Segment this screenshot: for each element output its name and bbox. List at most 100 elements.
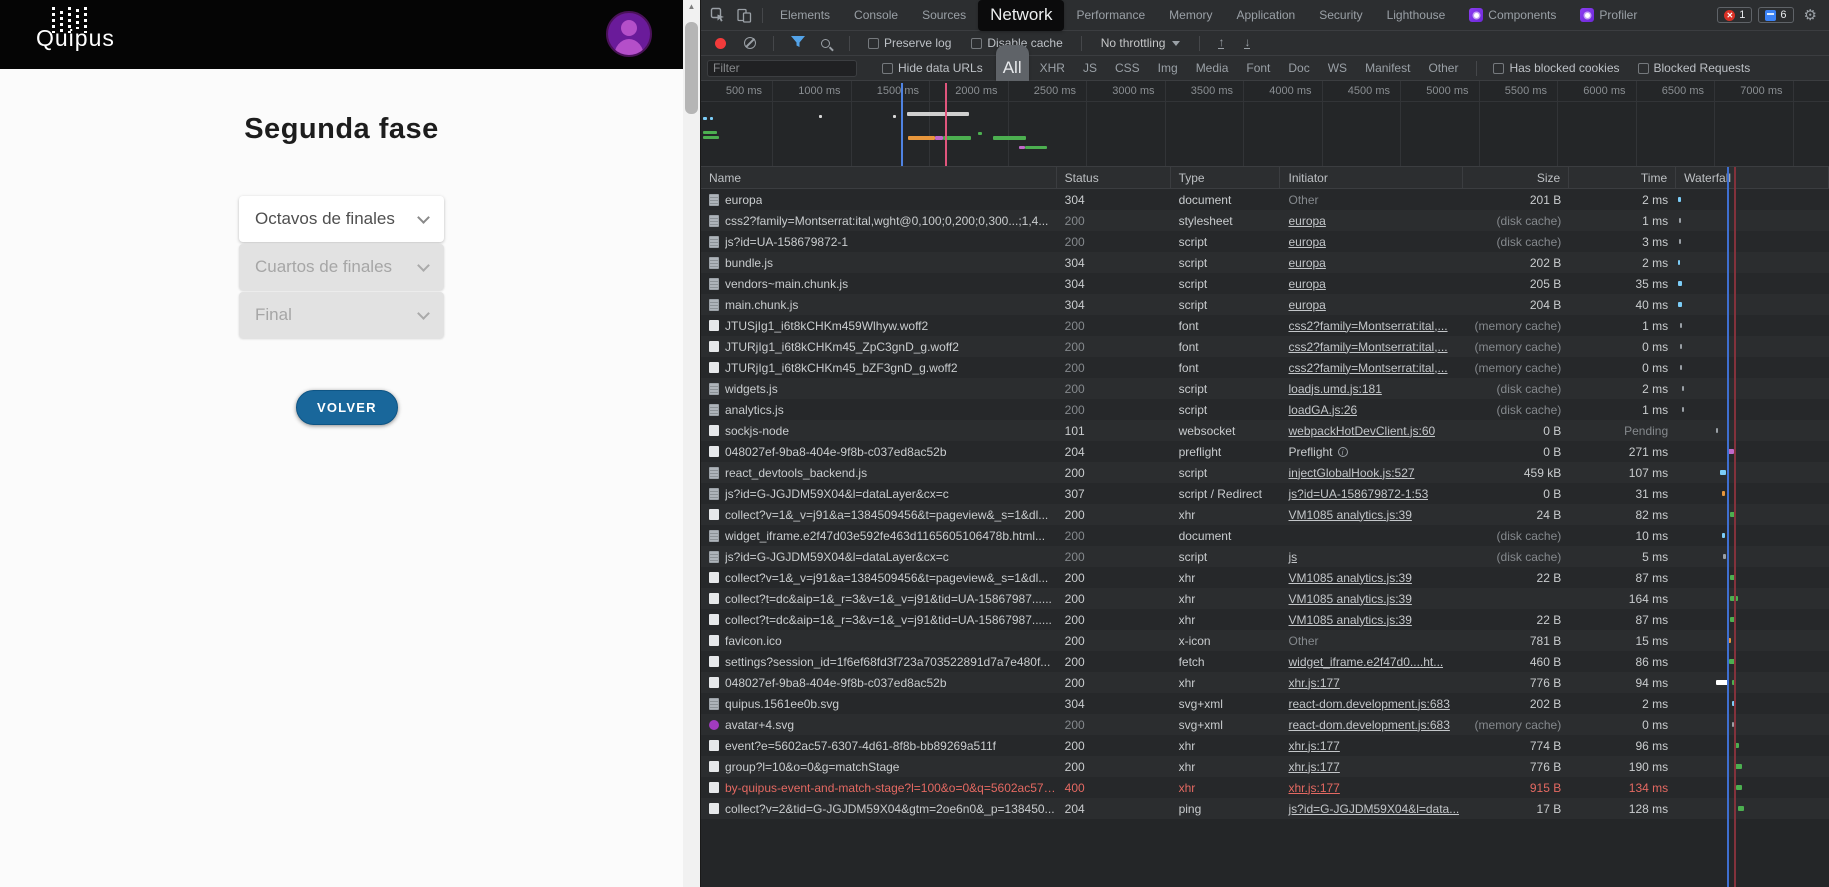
- filter-pill-media[interactable]: Media: [1189, 60, 1236, 76]
- tab-sources[interactable]: Sources: [910, 0, 978, 31]
- table-row[interactable]: collect?t=dc&aip=1&_r=3&v=1&_v=j91&tid=U…: [701, 588, 1829, 609]
- table-row[interactable]: collect?v=1&_v=j91&a=1384509456&t=pagevi…: [701, 504, 1829, 525]
- table-row[interactable]: settings?session_id=1f6ef68fd3f723a70352…: [701, 651, 1829, 672]
- select-cuartos[interactable]: Cuartos de finales: [239, 244, 444, 290]
- table-row[interactable]: 048027ef-9ba8-404e-9f8b-c037ed8ac52b204p…: [701, 441, 1829, 462]
- inspect-element-icon[interactable]: [705, 2, 731, 28]
- filter-pill-manifest[interactable]: Manifest: [1358, 60, 1417, 76]
- table-row[interactable]: collect?v=2&tid=G-JGJDM59X04&gtm=2oe6n0&…: [701, 798, 1829, 819]
- initiator-link[interactable]: css2?family=Montserrat:ital,...: [1288, 319, 1447, 333]
- tab-profiler[interactable]: Profiler: [1568, 0, 1649, 31]
- table-row[interactable]: JTURjIg1_i6t8kCHKm45_bZF3gnD_g.woff2200f…: [701, 357, 1829, 378]
- has-blocked-cookies-checkbox[interactable]: Has blocked cookies: [1493, 61, 1619, 75]
- filter-pill-js[interactable]: JS: [1076, 60, 1104, 76]
- page-scrollbar[interactable]: ▲: [683, 0, 700, 887]
- filter-pill-doc[interactable]: Doc: [1281, 60, 1316, 76]
- user-avatar[interactable]: [606, 11, 652, 57]
- initiator-link[interactable]: xhr.js:177: [1288, 676, 1339, 690]
- initiator-link[interactable]: loadjs.umd.js:181: [1288, 382, 1381, 396]
- table-row[interactable]: europa304documentOther201 B2 ms: [701, 189, 1829, 210]
- device-toolbar-icon[interactable]: [731, 2, 757, 28]
- blocked-requests-checkbox[interactable]: Blocked Requests: [1638, 61, 1751, 75]
- table-row[interactable]: 048027ef-9ba8-404e-9f8b-c037ed8ac52b200x…: [701, 672, 1829, 693]
- filter-pill-other[interactable]: Other: [1421, 60, 1465, 76]
- initiator-link[interactable]: js?id=UA-158679872-1:53: [1288, 487, 1428, 501]
- table-row[interactable]: JTUSjIg1_i6t8kCHKm459Wlhyw.woff2200fontc…: [701, 315, 1829, 336]
- clear-icon[interactable]: [744, 37, 756, 49]
- preserve-log-checkbox[interactable]: Preserve log: [868, 36, 951, 50]
- filter-pill-xhr[interactable]: XHR: [1033, 60, 1072, 76]
- initiator-link[interactable]: VM1085 analytics.js:39: [1288, 613, 1411, 627]
- table-row[interactable]: by-quipus-event-and-match-stage?l=100&o=…: [701, 777, 1829, 798]
- table-row[interactable]: main.chunk.js304scripteuropa204 B40 ms: [701, 294, 1829, 315]
- record-button[interactable]: [715, 38, 726, 49]
- initiator-link[interactable]: xhr.js:177: [1288, 739, 1339, 753]
- table-row[interactable]: group?l=10&o=0&g=matchStage200xhrxhr.js:…: [701, 756, 1829, 777]
- table-row[interactable]: JTURjIg1_i6t8kCHKm45_ZpC3gnD_g.woff2200f…: [701, 336, 1829, 357]
- initiator-link[interactable]: europa: [1288, 214, 1325, 228]
- scroll-up-arrow-icon[interactable]: ▲: [683, 0, 700, 14]
- tab-components[interactable]: Components: [1457, 0, 1568, 31]
- filter-pill-img[interactable]: Img: [1151, 60, 1185, 76]
- tab-memory[interactable]: Memory: [1157, 0, 1224, 31]
- error-badge[interactable]: ✕ 1: [1717, 7, 1752, 23]
- table-row[interactable]: widget_iframe.e2f47d03e592fe463d11656051…: [701, 525, 1829, 546]
- table-row[interactable]: quipus.1561ee0b.svg304svg+xmlreact-dom.d…: [701, 693, 1829, 714]
- filter-pill-ws[interactable]: WS: [1321, 60, 1354, 76]
- initiator-link[interactable]: injectGlobalHook.js:527: [1288, 466, 1414, 480]
- tab-performance[interactable]: Performance: [1064, 0, 1157, 31]
- initiator-link[interactable]: europa: [1288, 235, 1325, 249]
- table-row[interactable]: favicon.ico200x-iconOther781 B15 ms: [701, 630, 1829, 651]
- table-row[interactable]: widgets.js200scriptloadjs.umd.js:181(dis…: [701, 378, 1829, 399]
- table-row[interactable]: avatar+4.svg200svg+xmlreact-dom.developm…: [701, 714, 1829, 735]
- table-row[interactable]: event?e=5602ac57-6307-4d61-8f8b-bb89269a…: [701, 735, 1829, 756]
- column-header-status[interactable]: Status: [1057, 167, 1171, 188]
- column-header-initiator[interactable]: Initiator: [1280, 167, 1463, 188]
- initiator-link[interactable]: css2?family=Montserrat:ital,...: [1288, 361, 1447, 375]
- table-row[interactable]: collect?v=1&_v=j91&a=1384509456&t=pagevi…: [701, 567, 1829, 588]
- initiator-link[interactable]: react-dom.development.js:683: [1288, 697, 1449, 711]
- table-row[interactable]: js?id=UA-158679872-1200scripteuropa(disk…: [701, 231, 1829, 252]
- table-row[interactable]: css2?family=Montserrat:ital,wght@0,100;0…: [701, 210, 1829, 231]
- initiator-link[interactable]: webpackHotDevClient.js:60: [1288, 424, 1435, 438]
- initiator-link[interactable]: europa: [1288, 298, 1325, 312]
- settings-gear-icon[interactable]: ⚙: [1804, 6, 1817, 24]
- initiator-link[interactable]: loadGA.js:26: [1288, 403, 1357, 417]
- tab-application[interactable]: Application: [1225, 0, 1308, 31]
- initiator-link[interactable]: xhr.js:177: [1288, 760, 1339, 774]
- tab-elements[interactable]: Elements: [768, 0, 842, 31]
- column-header-name[interactable]: Name: [701, 167, 1057, 188]
- table-row[interactable]: analytics.js200scriptloadGA.js:26(disk c…: [701, 399, 1829, 420]
- tab-lighthouse[interactable]: Lighthouse: [1375, 0, 1458, 31]
- select-octavos[interactable]: Octavos de finales: [239, 196, 444, 242]
- table-row[interactable]: sockjs-node101websocketwebpackHotDevClie…: [701, 420, 1829, 441]
- initiator-link[interactable]: css2?family=Montserrat:ital,...: [1288, 340, 1447, 354]
- initiator-link[interactable]: europa: [1288, 256, 1325, 270]
- initiator-link[interactable]: widget_iframe.e2f47d0....ht...: [1288, 655, 1443, 669]
- filter-pill-css[interactable]: CSS: [1108, 60, 1147, 76]
- scrollbar-thumb[interactable]: [685, 22, 698, 114]
- search-icon[interactable]: [821, 39, 830, 48]
- select-final[interactable]: Final: [239, 292, 444, 338]
- tab-security[interactable]: Security: [1307, 0, 1374, 31]
- initiator-link[interactable]: VM1085 analytics.js:39: [1288, 571, 1411, 585]
- filter-pill-font[interactable]: Font: [1239, 60, 1277, 76]
- tab-network[interactable]: Network: [978, 0, 1064, 31]
- volver-button[interactable]: VOLVER: [296, 390, 398, 425]
- initiator-link[interactable]: xhr.js:177: [1288, 781, 1339, 795]
- column-header-waterfall[interactable]: Waterfall: [1676, 167, 1829, 188]
- quipus-logo[interactable]: Quipus: [36, 7, 115, 52]
- table-row[interactable]: bundle.js304scripteuropa202 B2 ms: [701, 252, 1829, 273]
- filter-input[interactable]: [707, 60, 857, 77]
- column-header-size[interactable]: Size: [1463, 167, 1569, 188]
- tab-console[interactable]: Console: [842, 0, 910, 31]
- timeline-overview[interactable]: 500 ms1000 ms1500 ms2000 ms2500 ms3000 m…: [701, 81, 1829, 167]
- info-icon[interactable]: i: [1338, 447, 1348, 457]
- initiator-link[interactable]: europa: [1288, 277, 1325, 291]
- filter-funnel-icon[interactable]: [791, 36, 805, 51]
- initiator-link[interactable]: VM1085 analytics.js:39: [1288, 508, 1411, 522]
- table-row[interactable]: react_devtools_backend.js200scriptinject…: [701, 462, 1829, 483]
- table-row[interactable]: collect?t=dc&aip=1&_r=3&v=1&_v=j91&tid=U…: [701, 609, 1829, 630]
- hide-data-urls-checkbox[interactable]: Hide data URLs: [882, 61, 983, 75]
- column-header-type[interactable]: Type: [1171, 167, 1281, 188]
